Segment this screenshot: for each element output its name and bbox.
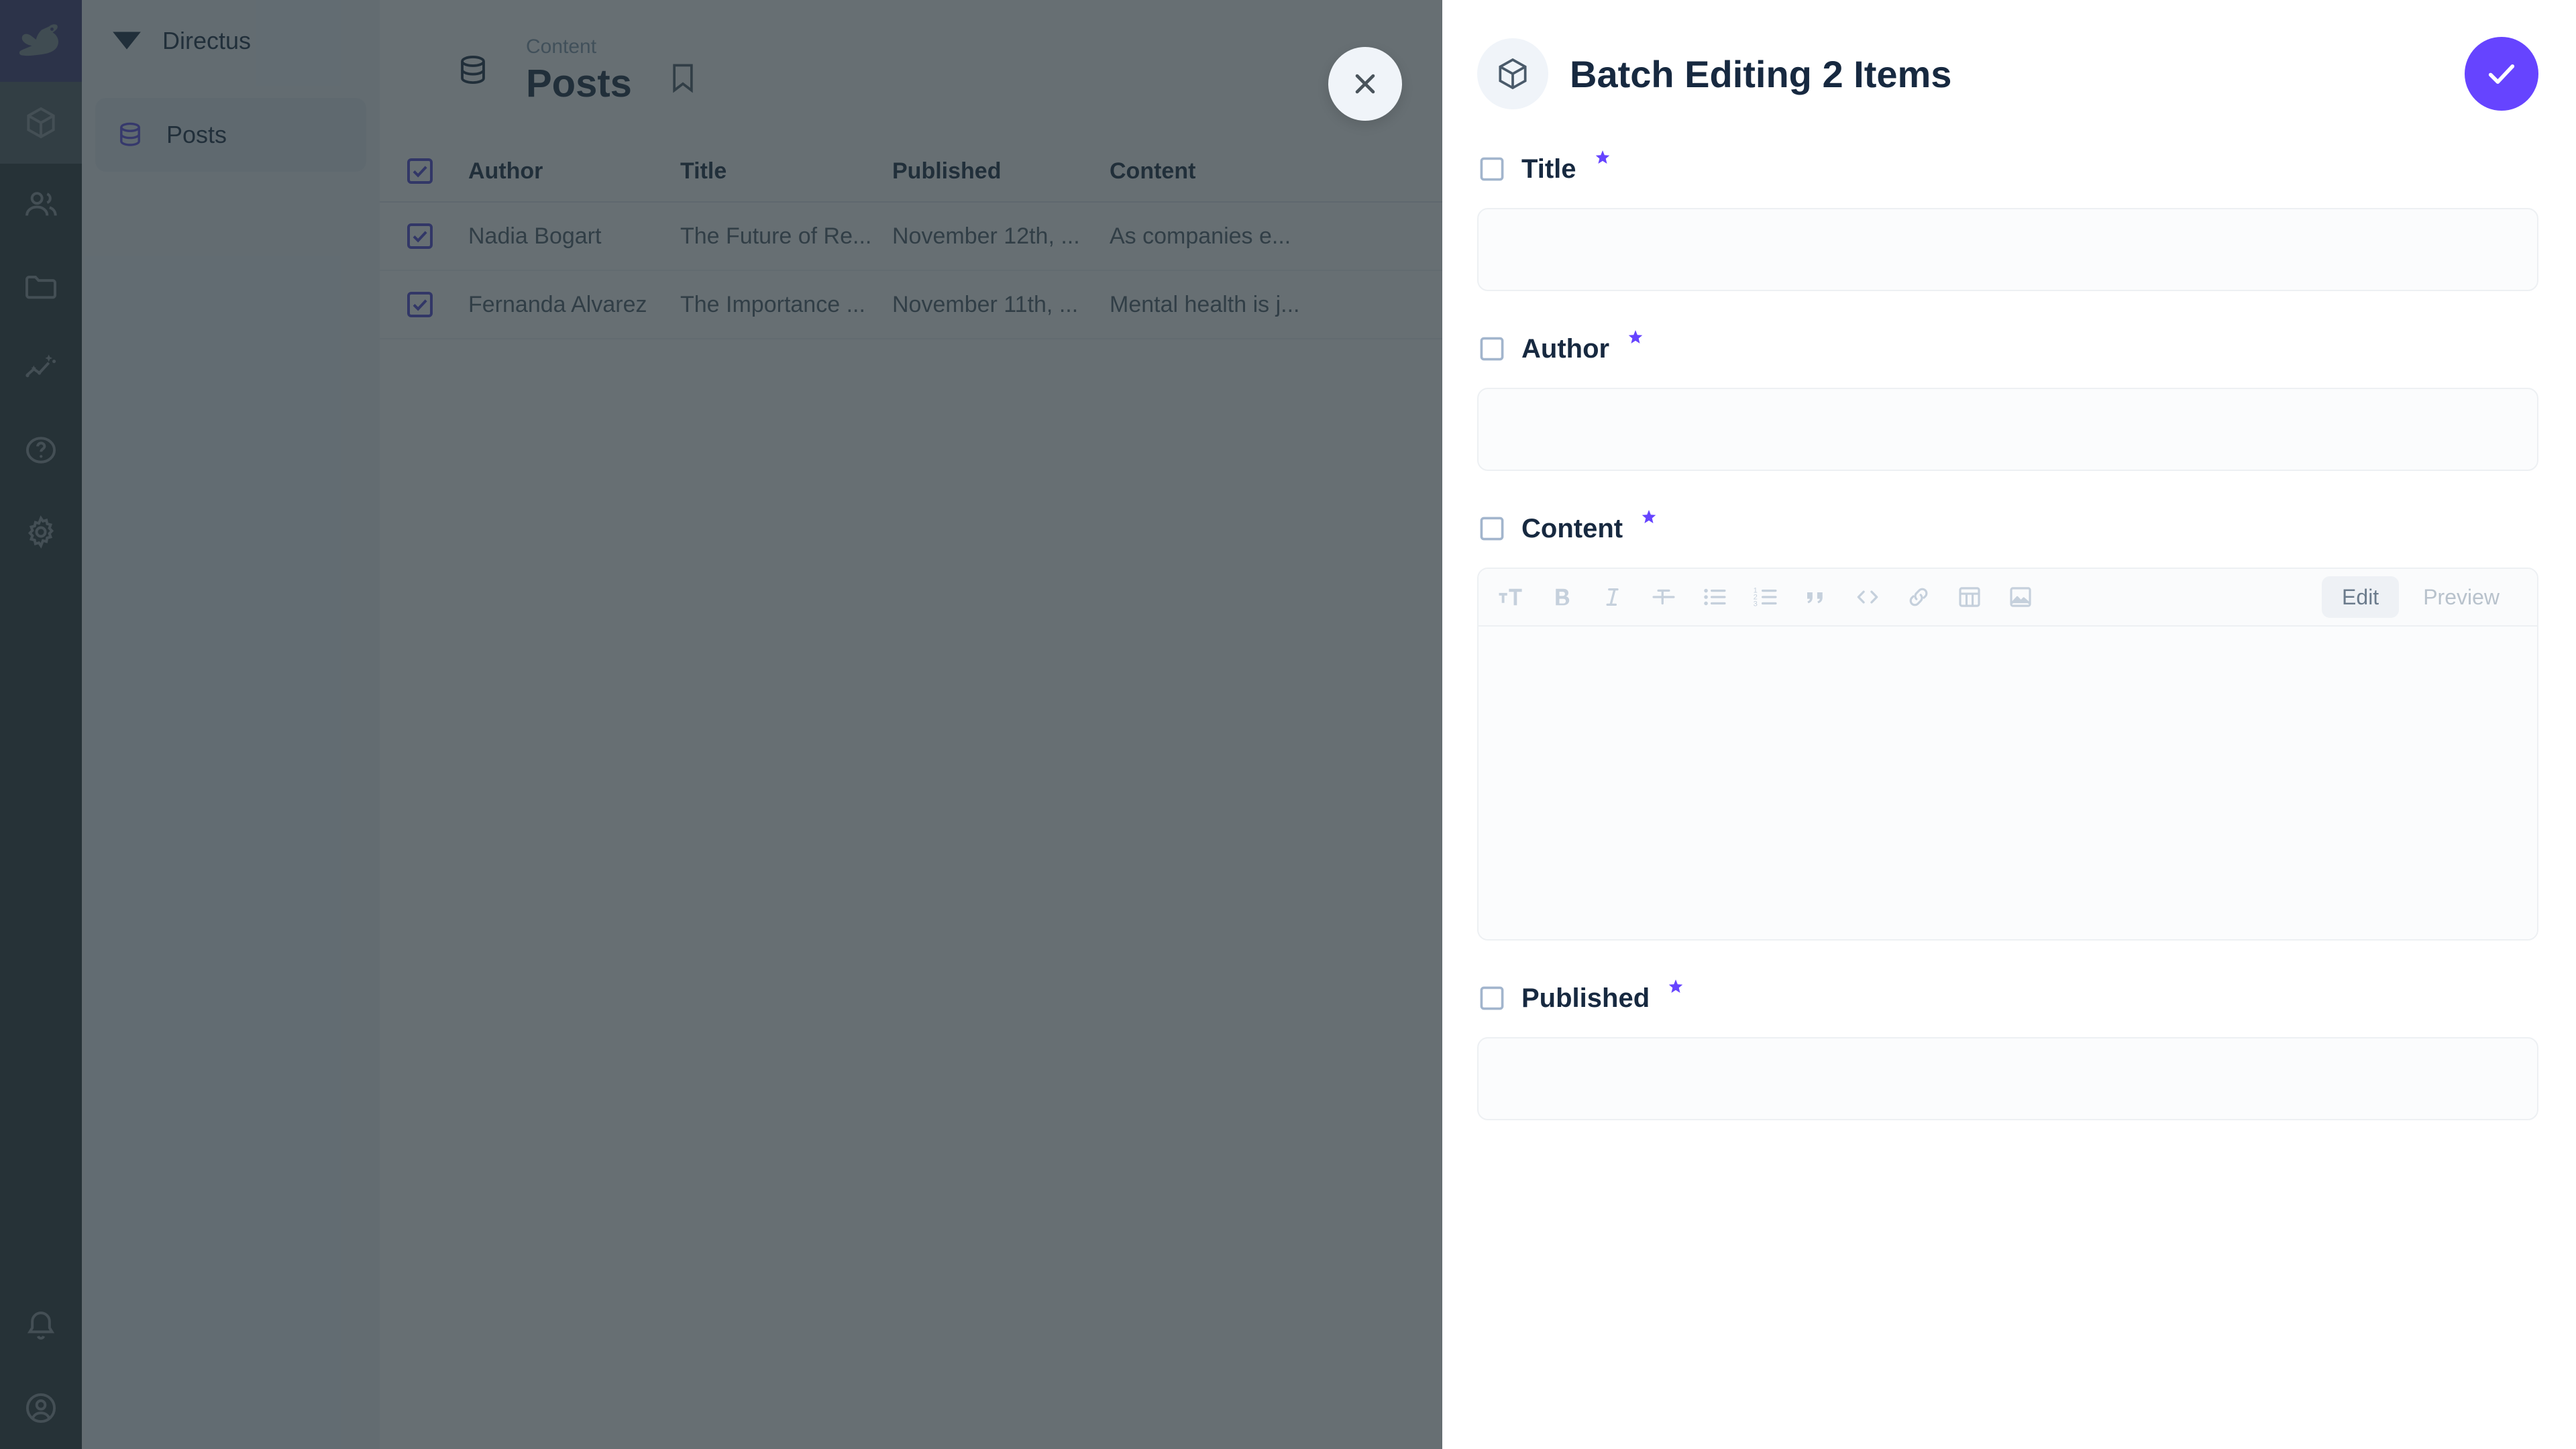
field-toggle-checkbox-published[interactable] [1477,983,1507,1013]
editor-mode-edit[interactable]: Edit [2322,576,2399,618]
required-star-icon [1667,978,1684,996]
save-button[interactable] [2465,37,2538,111]
table-icon [1955,583,1984,611]
required-star-icon [1640,508,1658,526]
close-drawer-button[interactable] [1328,47,1402,121]
required-star-icon [1627,329,1644,346]
published-input[interactable] [1477,1037,2538,1120]
check-icon [2483,55,2520,93]
drawer-body: Title Author [1442,148,2576,1120]
toolbar-image-button[interactable] [1995,572,2046,623]
drawer-backdrop[interactable] [0,0,1442,1449]
field-label-row: Published [1477,977,2538,1020]
close-icon [1348,66,1383,101]
title-input[interactable] [1477,208,2538,291]
drawer-icon-wrap [1477,38,1548,109]
toolbar-bullet-list-button[interactable] [1689,572,1740,623]
author-input[interactable] [1477,388,2538,471]
svg-text:3: 3 [1754,600,1758,608]
italic-icon [1599,583,1627,611]
field-toggle-checkbox-content[interactable] [1477,514,1507,543]
toolbar-heading-button[interactable] [1485,572,1536,623]
editor-toolbar: 1 2 3 [1479,569,2537,627]
bullet-list-icon [1701,583,1729,611]
rich-text-editor: 1 2 3 [1477,568,2538,941]
drawer-header: Batch Editing 2 Items [1442,0,2576,148]
field-label: Published [1521,985,1650,1012]
editor-mode-preview[interactable]: Preview [2403,576,2520,618]
image-icon [2006,583,2035,611]
field-author: Author [1477,327,2538,471]
checkbox-unchecked-icon [1477,334,1507,364]
field-toggle-checkbox-title[interactable] [1477,154,1507,184]
batch-edit-drawer: Batch Editing 2 Items Title [1442,0,2576,1449]
field-content: Content [1477,507,2538,941]
code-icon [1854,583,1882,611]
toolbar-bold-button[interactable] [1536,572,1587,623]
app-root: Directus Posts [0,0,2576,1449]
field-label-row: Author [1477,327,2538,370]
toolbar-blockquote-button[interactable] [1791,572,1842,623]
heading-text-icon [1497,583,1525,611]
checkbox-unchecked-icon [1477,154,1507,184]
field-toggle-checkbox-author[interactable] [1477,334,1507,364]
field-label-row: Title [1477,148,2538,191]
box-icon [1494,55,1532,93]
field-label: Content [1521,515,1623,542]
numbered-list-icon: 1 2 3 [1752,583,1780,611]
field-label: Title [1521,156,1576,182]
field-label-row: Content [1477,507,2538,550]
toolbar-code-button[interactable] [1842,572,1893,623]
checkbox-unchecked-icon [1477,514,1507,543]
field-published: Published [1477,977,2538,1120]
field-label: Author [1521,335,1609,362]
checkbox-unchecked-icon [1477,983,1507,1013]
link-icon [1904,583,1933,611]
toolbar-table-button[interactable] [1944,572,1995,623]
bold-icon [1548,583,1576,611]
toolbar-numbered-list-button[interactable]: 1 2 3 [1740,572,1791,623]
drawer-title: Batch Editing 2 Items [1570,52,2465,96]
editor-mode-switch: Edit Preview [2322,576,2530,618]
content-editor-area[interactable] [1479,627,2537,939]
toolbar-link-button[interactable] [1893,572,1944,623]
required-star-icon [1594,149,1611,166]
quote-icon [1803,583,1831,611]
toolbar-italic-button[interactable] [1587,572,1638,623]
toolbar-strikethrough-button[interactable] [1638,572,1689,623]
field-title: Title [1477,148,2538,291]
strikethrough-icon [1650,583,1678,611]
